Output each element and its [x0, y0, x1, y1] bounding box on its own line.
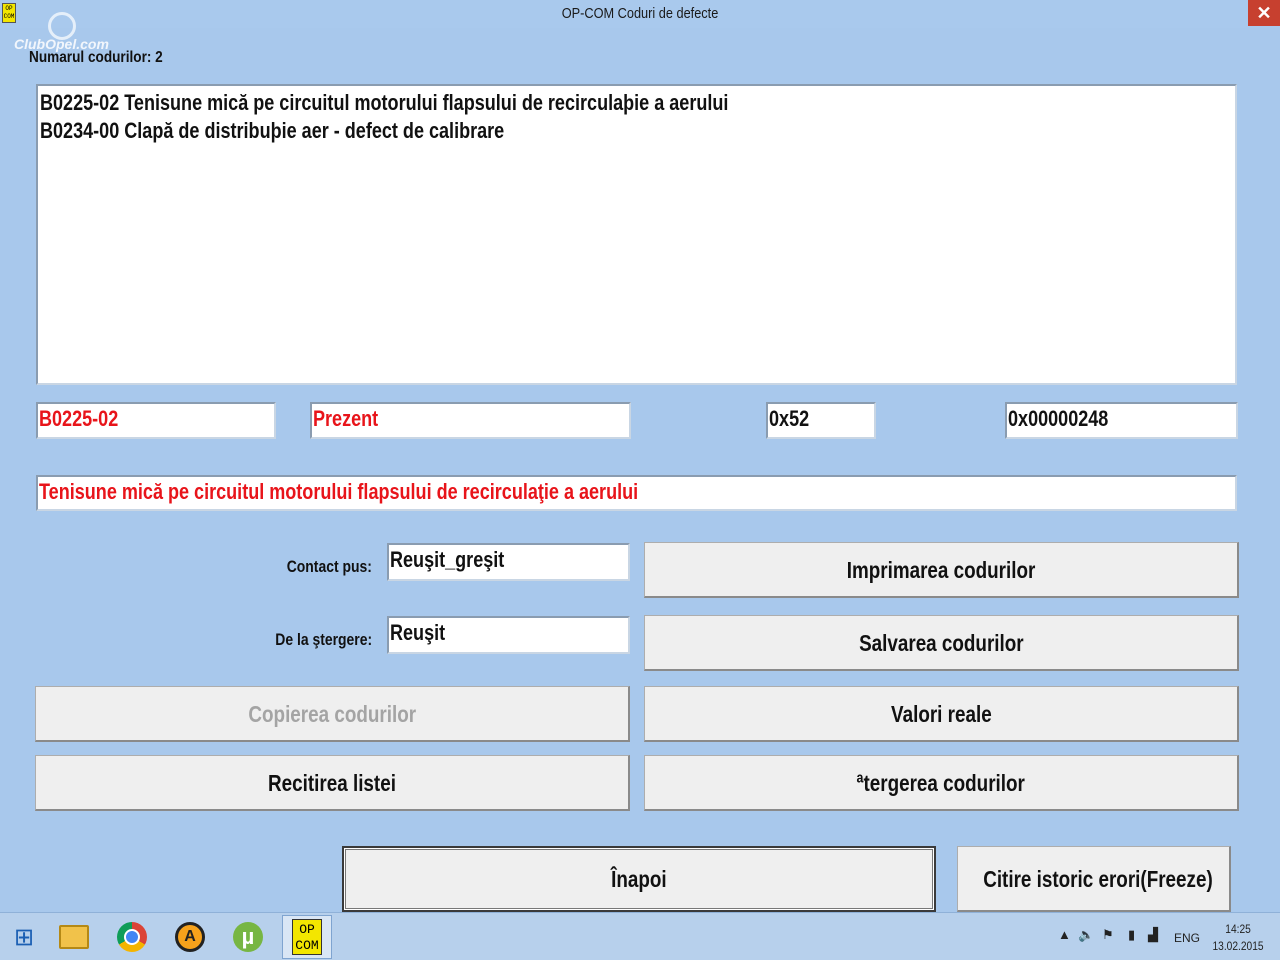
reread-list-label: Recitirea listei: [268, 770, 396, 796]
clock-time: 14:25: [1225, 922, 1251, 936]
print-codes-button[interactable]: Imprimarea codurilor: [644, 542, 1239, 598]
erase-label-text: De la ştergere:: [275, 630, 372, 649]
list-item[interactable]: B0234-00 Clapă de distribuþie aer - defe…: [40, 117, 1018, 145]
file-explorer-icon[interactable]: [52, 917, 96, 957]
code-status-text: Prezent: [313, 406, 379, 431]
action-center-flag-icon[interactable]: ⚑: [1102, 927, 1114, 943]
app-icon-text-top: OP: [5, 5, 13, 12]
battery-icon[interactable]: ▮: [1128, 927, 1135, 943]
selected-code-text: B0225-02: [39, 406, 119, 431]
code-status-field[interactable]: Prezent: [310, 402, 631, 439]
selected-code-field[interactable]: B0225-02: [36, 402, 276, 439]
opcom-task-text-bottom: COM: [295, 938, 319, 953]
chrome-logo: [117, 922, 147, 952]
erase-label: De la ştergere:: [200, 630, 372, 650]
opcom-app-icon[interactable]: OP COM: [2, 3, 16, 23]
folder-shape: [59, 925, 89, 949]
print-codes-label: Imprimarea codurilor: [846, 557, 1036, 583]
taskbar: ⊞ A µ OP COM ▲ 🔈 ⚑ ▮ ▟ ENG 14:25 13.02.2…: [0, 912, 1280, 960]
contact-value-text: Reuşit_greşit: [390, 547, 505, 572]
clock-date: 13.02.2015: [1212, 939, 1264, 953]
window-title: OP-COM Coduri de defecte: [561, 5, 719, 22]
live-values-label: Valori reale: [890, 701, 992, 727]
opcom-taskbar-button[interactable]: OP COM: [282, 915, 332, 959]
contact-value-field[interactable]: Reuşit_greşit: [387, 543, 630, 581]
contact-label-text: Contact pus:: [286, 557, 372, 576]
copy-codes-button[interactable]: Copierea codurilor: [35, 686, 630, 742]
code-description-text: Tenisune mică pe circuitul motorului fla…: [39, 479, 639, 504]
save-codes-label: Salvarea codurilor: [858, 630, 1024, 656]
chrome-browser-icon[interactable]: [110, 917, 154, 957]
save-codes-button[interactable]: Salvarea codurilor: [644, 615, 1239, 671]
copy-codes-label: Copierea codurilor: [248, 701, 416, 727]
fault-codes-list[interactable]: B0225-02 Tenisune mică pe circuitul moto…: [36, 84, 1237, 385]
network-signal-icon[interactable]: ▟: [1148, 927, 1158, 943]
opcom-taskbar-icon: OP COM: [292, 919, 322, 955]
code-count-label: Numarul codurilor: 2: [29, 49, 163, 66]
back-button[interactable]: Înapoi: [342, 846, 936, 912]
close-button[interactable]: ✕: [1248, 0, 1280, 26]
aimp-player-icon[interactable]: A: [168, 917, 212, 957]
contact-label: Contact pus:: [200, 557, 372, 577]
code-description-field[interactable]: Tenisune mică pe circuitul motorului fla…: [36, 475, 1237, 511]
volume-icon[interactable]: 🔈: [1078, 927, 1094, 943]
utorrent-logo: µ: [233, 922, 263, 952]
show-hidden-icons-icon[interactable]: ▲: [1058, 927, 1071, 942]
erase-value-text: Reuşit: [390, 620, 446, 645]
clear-codes-label: ªtergerea codurilor: [856, 770, 1026, 796]
windows-start-icon[interactable]: ⊞: [2, 917, 46, 957]
list-item[interactable]: B0225-02 Tenisune mică pe circuitul moto…: [40, 89, 1018, 117]
hex-byte-field[interactable]: 0x52: [766, 402, 876, 439]
back-label: Înapoi: [611, 866, 667, 892]
freeze-history-button[interactable]: Citire istoric erori(Freeze): [957, 846, 1231, 912]
hex-dtc-field[interactable]: 0x00000248: [1005, 402, 1238, 439]
hex-dtc-text: 0x00000248: [1008, 406, 1109, 431]
erase-value-field[interactable]: Reuşit: [387, 616, 630, 654]
opcom-task-text-top: OP: [299, 922, 315, 937]
utorrent-icon[interactable]: µ: [226, 917, 270, 957]
title-bar: OP COM OP-COM Coduri de defecte ✕: [0, 0, 1280, 28]
system-clock[interactable]: 14:25 13.02.2015: [1213, 921, 1264, 955]
clear-codes-button[interactable]: ªtergerea codurilor: [644, 755, 1239, 811]
app-icon-text-bottom: COM: [3, 13, 15, 20]
input-language[interactable]: ENG: [1174, 931, 1200, 945]
freeze-history-label: Citire istoric erori(Freeze): [983, 866, 1213, 892]
live-values-button[interactable]: Valori reale: [644, 686, 1239, 742]
aimp-logo: A: [175, 922, 205, 952]
hex-byte-text: 0x52: [769, 406, 810, 431]
reread-list-button[interactable]: Recitirea listei: [35, 755, 630, 811]
